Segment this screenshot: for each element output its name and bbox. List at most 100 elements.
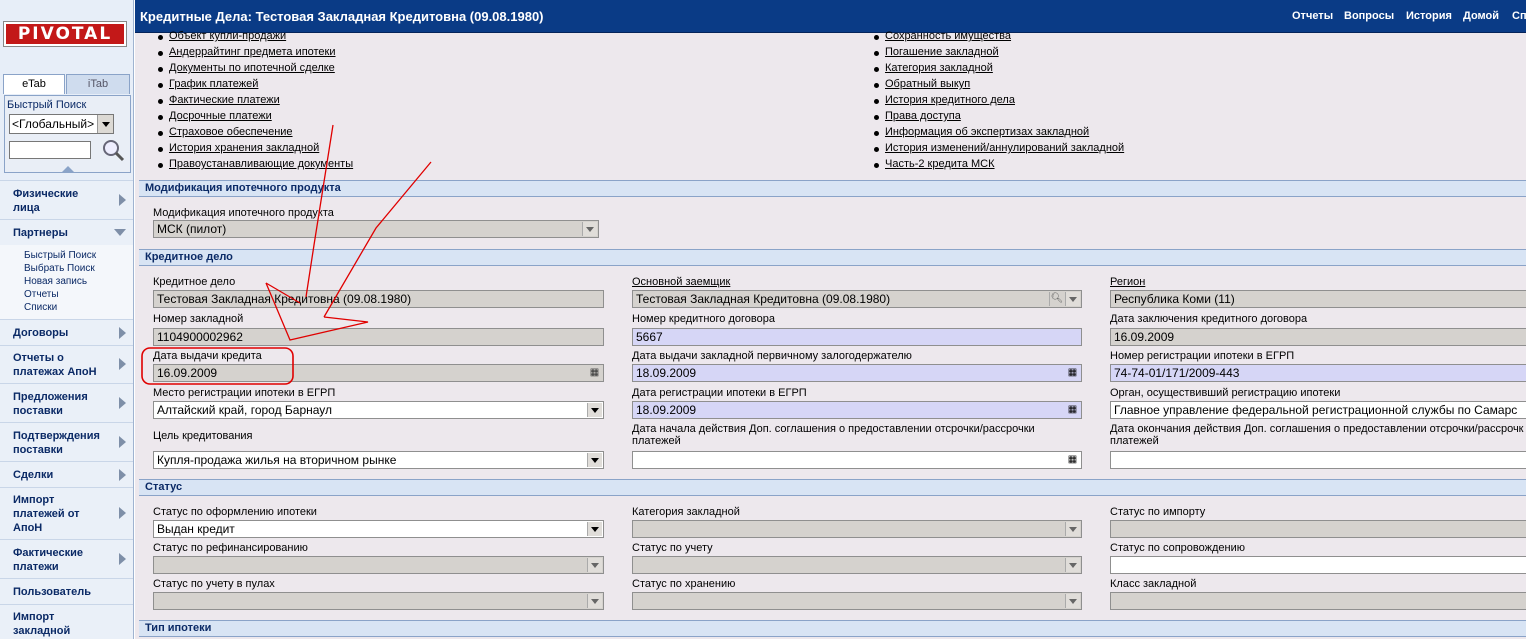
pool-status-label: Статус по учету в пулах — [153, 578, 275, 590]
contract-number-field[interactable]: 5667 — [632, 328, 1082, 346]
nav-supply-confirmations[interactable]: Подтверждения поставки — [0, 422, 133, 461]
mortgage-class-field[interactable] — [1110, 592, 1526, 610]
support-status-label: Статус по сопровождению — [1110, 542, 1245, 554]
registration-status-label: Статус по оформлению ипотеки — [153, 506, 317, 518]
mortgage-category-select[interactable] — [632, 520, 1082, 538]
egrp-org-field[interactable]: Главное управление федеральной регистрац… — [1110, 401, 1526, 419]
related-link[interactable]: Объект купли-продажи — [169, 30, 286, 42]
egrp-place-label: Место регистрации ипотеки в ЕГРП — [153, 387, 336, 399]
bullet-icon — [158, 163, 163, 168]
calendar-icon[interactable]: ▦ — [1065, 403, 1080, 417]
nav-contracts[interactable]: Договоры — [0, 319, 133, 345]
dropdown-arrow-icon[interactable] — [587, 453, 602, 467]
related-link[interactable]: Погашение закладной — [885, 46, 999, 58]
section-credit-case-header[interactable]: Кредитное дело — [139, 249, 1526, 266]
toplink-home[interactable]: Домой — [1463, 10, 1499, 22]
accounting-status-select[interactable] — [632, 556, 1082, 574]
dropdown-arrow-icon[interactable] — [587, 522, 602, 536]
calendar-icon[interactable]: ▦ — [587, 366, 602, 380]
search-scope-select[interactable]: <Глобальный> — [9, 114, 114, 134]
storage-status-select[interactable] — [632, 592, 1082, 610]
pledge-issue-date-field[interactable]: 18.09.2009 ▦ — [632, 364, 1082, 382]
purpose-select[interactable]: Купля-продажа жилья на вторичном рынке — [153, 451, 604, 469]
related-link[interactable]: Фактические платежи — [169, 94, 280, 106]
deferral-start-field[interactable]: ▦ — [632, 451, 1082, 469]
section-mortgage-type-header[interactable]: Тип ипотеки — [139, 620, 1526, 637]
main-borrower-label[interactable]: Основной заемщик — [632, 276, 730, 288]
deferral-start-label: Дата начала действия Доп. соглашения о п… — [632, 423, 1035, 447]
related-link[interactable]: Правоустанавливающие документы — [169, 158, 353, 170]
related-link[interactable]: Страховое обеспечение — [169, 126, 293, 138]
quick-search-input[interactable] — [9, 141, 91, 159]
submenu-new-record[interactable]: Новая запись — [24, 276, 87, 287]
page-title: Кредитные Дела: Тестовая Закладная Креди… — [140, 9, 544, 24]
related-link[interactable]: Обратный выкуп — [885, 78, 970, 90]
toplink-questions[interactable]: Вопросы — [1344, 10, 1394, 22]
section-status-header[interactable]: Статус — [139, 479, 1526, 496]
related-link[interactable]: Информация об экспертизах закладной — [885, 126, 1089, 138]
dropdown-arrow-icon[interactable] — [587, 403, 602, 417]
collapse-up-icon[interactable] — [62, 166, 74, 172]
mortgage-number-field[interactable]: 1104900002962 — [153, 328, 604, 346]
credit-case-field[interactable]: Тестовая Закладная Кредитовна (09.08.198… — [153, 290, 604, 308]
egrp-number-field[interactable]: 74-74-01/171/2009-443 — [1110, 364, 1526, 382]
issue-date-field[interactable]: 16.09.2009 ▦ — [153, 364, 604, 382]
related-link[interactable]: История кредитного дела — [885, 94, 1015, 106]
related-link[interactable]: Часть-2 кредита МСК — [885, 158, 995, 170]
nav-partners[interactable]: Партнеры — [0, 219, 133, 245]
contract-date-field[interactable]: 16.09.2009 — [1110, 328, 1526, 346]
dropdown-arrow-icon — [582, 222, 597, 236]
region-label[interactable]: Регион — [1110, 276, 1145, 288]
main-borrower-field[interactable]: Тестовая Закладная Кредитовна (09.08.198… — [632, 290, 1082, 308]
related-link[interactable]: Категория закладной — [885, 62, 993, 74]
toplink-help[interactable]: Сп — [1512, 10, 1526, 22]
region-field[interactable]: Республика Коми (11) — [1110, 290, 1526, 308]
tab-etab[interactable]: eTab — [3, 74, 65, 94]
tab-itab[interactable]: iTab — [66, 74, 130, 94]
nav-user[interactable]: Пользователь — [0, 578, 133, 604]
related-link[interactable]: История хранения закладной — [169, 142, 319, 154]
toplink-reports[interactable]: Отчеты — [1292, 10, 1333, 22]
related-link[interactable]: Сохранность имущества — [885, 30, 1011, 42]
submenu-reports[interactable]: Отчеты — [24, 289, 59, 300]
pool-status-select[interactable] — [153, 592, 604, 610]
related-link[interactable]: История изменений/аннулирований закладно… — [885, 142, 1124, 154]
refinancing-status-select[interactable] — [153, 556, 604, 574]
credit-case-label: Кредитное дело — [153, 276, 236, 288]
related-link[interactable]: Андеррайтинг предмета ипотеки — [169, 46, 336, 58]
related-link[interactable]: Досрочные платежи — [169, 110, 272, 122]
egrp-place-select[interactable]: Алтайский край, город Барнаул — [153, 401, 604, 419]
toplink-history[interactable]: История — [1406, 10, 1452, 22]
nav-actual-payments-label: Фактические платежи — [13, 547, 84, 573]
import-status-field[interactable] — [1110, 520, 1526, 538]
search-icon[interactable] — [101, 138, 125, 162]
nav-import-mortgage-label: Импорт закладной — [13, 611, 71, 637]
related-link[interactable]: Документы по ипотечной сделке — [169, 62, 335, 74]
modification-select[interactable]: МСК (пилот) — [153, 220, 599, 238]
calendar-icon[interactable]: ▦ — [1065, 453, 1080, 467]
modification-value: МСК (пилот) — [157, 222, 227, 236]
nav-supply-offers[interactable]: Предложения поставки — [0, 383, 133, 422]
mortgage-class-label: Класс закладной — [1110, 578, 1197, 590]
nav-actual-payments[interactable]: Фактические платежи — [0, 539, 133, 578]
submenu-lists[interactable]: Списки — [24, 302, 57, 313]
submenu-select-search[interactable]: Выбрать Поиск — [24, 263, 95, 274]
support-status-field[interactable] — [1110, 556, 1526, 574]
bullet-icon — [874, 115, 879, 120]
nav-payment-reports[interactable]: Отчеты о платежах АпоН — [0, 345, 133, 383]
egrp-date-field[interactable]: 18.09.2009 ▦ — [632, 401, 1082, 419]
section-modification-header[interactable]: Модификация ипотечного продукта — [139, 180, 1526, 197]
nav-import-mortgage[interactable]: Импорт закладной — [0, 604, 133, 639]
related-link[interactable]: График платежей — [169, 78, 258, 90]
calendar-icon[interactable]: ▦ — [1065, 366, 1080, 380]
registration-status-select[interactable]: Выдан кредит — [153, 520, 604, 538]
bullet-icon — [158, 35, 163, 40]
deferral-end-field[interactable] — [1110, 451, 1526, 469]
nav-import-payments[interactable]: Импорт платежей от АпоН — [0, 487, 133, 539]
dropdown-arrow-icon[interactable] — [1065, 292, 1080, 306]
submenu-quick-search[interactable]: Быстрый Поиск — [24, 250, 96, 261]
nav-deals[interactable]: Сделки — [0, 461, 133, 487]
nav-individuals[interactable]: Физические лица — [0, 180, 133, 219]
related-link[interactable]: Права доступа — [885, 110, 961, 122]
magnifier-icon[interactable]: 🔍︎ — [1049, 292, 1064, 306]
